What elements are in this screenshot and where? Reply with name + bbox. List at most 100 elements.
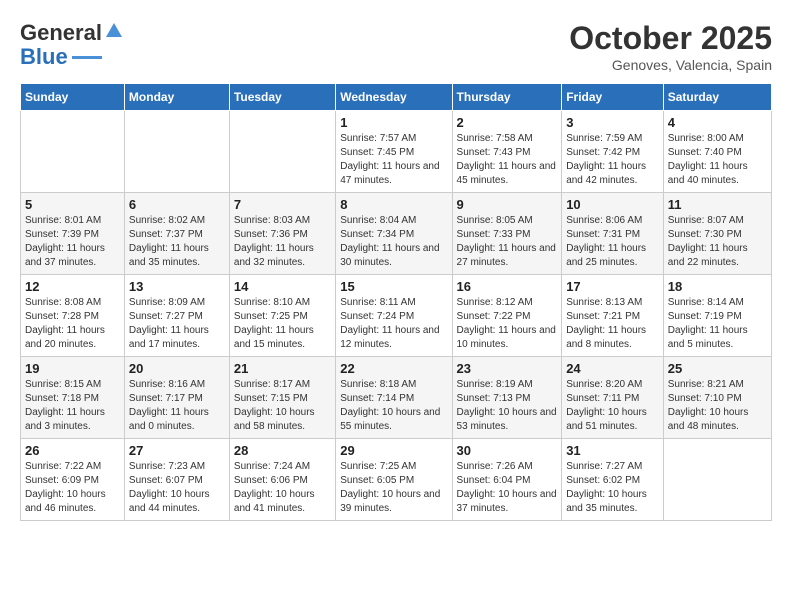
day-number: 11 (668, 197, 767, 212)
logo-general: General (20, 20, 102, 46)
day-number: 8 (340, 197, 447, 212)
calendar-cell: 11Sunrise: 8:07 AM Sunset: 7:30 PM Dayli… (663, 193, 771, 275)
day-info: Sunrise: 8:17 AM Sunset: 7:15 PM Dayligh… (234, 378, 331, 434)
day-number: 17 (566, 279, 659, 294)
calendar-cell: 14Sunrise: 8:10 AM Sunset: 7:25 PM Dayli… (229, 275, 335, 357)
day-info: Sunrise: 7:24 AM Sunset: 6:06 PM Dayligh… (234, 460, 331, 516)
calendar-week-0: 1 Sunrise: 7:57 AM Sunset: 7:45 PM Daylig… (21, 111, 772, 193)
day-info: Sunrise: 8:05 AM Sunset: 7:33 PM Dayligh… (457, 214, 558, 270)
calendar-cell: 30 Sunrise: 7:26 AM Sunset: 6:04 PM Dayli… (452, 439, 562, 521)
col-saturday: Saturday (663, 84, 771, 111)
day-info: Sunrise: 8:02 AM Sunset: 7:37 PM Dayligh… (129, 214, 225, 270)
day-number: 7 (234, 197, 331, 212)
day-info: Sunrise: 8:18 AM Sunset: 7:14 PM Dayligh… (340, 378, 447, 434)
day-number: 2 (457, 115, 558, 130)
logo: General Blue (20, 20, 124, 70)
calendar-week-3: 19 Sunrise: 8:15 AM Sunset: 7:18 PM Dayli… (21, 357, 772, 439)
day-number: 22 (340, 361, 447, 376)
col-monday: Monday (124, 84, 229, 111)
calendar-cell: 31Sunrise: 7:27 AM Sunset: 6:02 PM Dayli… (562, 439, 664, 521)
calendar-cell (21, 111, 125, 193)
calendar-cell: 5 Sunrise: 8:01 AM Sunset: 7:39 PM Daylig… (21, 193, 125, 275)
day-info: Sunrise: 7:23 AM Sunset: 6:07 PM Dayligh… (129, 460, 225, 516)
calendar-cell: 3 Sunrise: 7:59 AM Sunset: 7:42 PM Daylig… (562, 111, 664, 193)
calendar-week-4: 26 Sunrise: 7:22 AM Sunset: 6:09 PM Dayli… (21, 439, 772, 521)
calendar-cell: 23 Sunrise: 8:19 AM Sunset: 7:13 PM Dayli… (452, 357, 562, 439)
day-info: Sunrise: 7:59 AM Sunset: 7:42 PM Dayligh… (566, 132, 659, 188)
calendar-cell: 2 Sunrise: 7:58 AM Sunset: 7:43 PM Daylig… (452, 111, 562, 193)
day-info: Sunrise: 8:10 AM Sunset: 7:25 PM Dayligh… (234, 296, 331, 352)
calendar-title: October 2025 (569, 20, 772, 57)
day-number: 25 (668, 361, 767, 376)
day-info: Sunrise: 8:13 AM Sunset: 7:21 PM Dayligh… (566, 296, 659, 352)
day-number: 26 (25, 443, 120, 458)
title-area: October 2025 Genoves, Valencia, Spain (569, 20, 772, 73)
day-info: Sunrise: 8:00 AM Sunset: 7:40 PM Dayligh… (668, 132, 767, 188)
day-info: Sunrise: 8:12 AM Sunset: 7:22 PM Dayligh… (457, 296, 558, 352)
day-info: Sunrise: 8:06 AM Sunset: 7:31 PM Dayligh… (566, 214, 659, 270)
day-info: Sunrise: 7:22 AM Sunset: 6:09 PM Dayligh… (25, 460, 120, 516)
day-info: Sunrise: 8:01 AM Sunset: 7:39 PM Dayligh… (25, 214, 120, 270)
day-number: 15 (340, 279, 447, 294)
calendar-cell: 8 Sunrise: 8:04 AM Sunset: 7:34 PM Daylig… (336, 193, 452, 275)
day-number: 6 (129, 197, 225, 212)
day-number: 19 (25, 361, 120, 376)
col-friday: Friday (562, 84, 664, 111)
calendar-cell: 1 Sunrise: 7:57 AM Sunset: 7:45 PM Daylig… (336, 111, 452, 193)
calendar-cell: 7 Sunrise: 8:03 AM Sunset: 7:36 PM Daylig… (229, 193, 335, 275)
day-number: 1 (340, 115, 447, 130)
calendar-cell: 26 Sunrise: 7:22 AM Sunset: 6:09 PM Dayli… (21, 439, 125, 521)
logo-arrow-icon (104, 21, 124, 41)
calendar-cell (229, 111, 335, 193)
day-info: Sunrise: 7:26 AM Sunset: 6:04 PM Dayligh… (457, 460, 558, 516)
day-number: 3 (566, 115, 659, 130)
day-info: Sunrise: 8:03 AM Sunset: 7:36 PM Dayligh… (234, 214, 331, 270)
day-info: Sunrise: 7:57 AM Sunset: 7:45 PM Dayligh… (340, 132, 447, 188)
day-number: 18 (668, 279, 767, 294)
calendar-week-2: 12 Sunrise: 8:08 AM Sunset: 7:28 PM Dayli… (21, 275, 772, 357)
day-info: Sunrise: 8:21 AM Sunset: 7:10 PM Dayligh… (668, 378, 767, 434)
calendar-cell (663, 439, 771, 521)
calendar-cell: 9 Sunrise: 8:05 AM Sunset: 7:33 PM Daylig… (452, 193, 562, 275)
calendar-cell: 24 Sunrise: 8:20 AM Sunset: 7:11 PM Dayli… (562, 357, 664, 439)
day-info: Sunrise: 8:15 AM Sunset: 7:18 PM Dayligh… (25, 378, 120, 434)
day-number: 12 (25, 279, 120, 294)
header-row: Sunday Monday Tuesday Wednesday Thursday… (21, 84, 772, 111)
day-number: 23 (457, 361, 558, 376)
calendar-cell (124, 111, 229, 193)
day-number: 4 (668, 115, 767, 130)
calendar-cell: 20Sunrise: 8:16 AM Sunset: 7:17 PM Dayli… (124, 357, 229, 439)
day-info: Sunrise: 7:58 AM Sunset: 7:43 PM Dayligh… (457, 132, 558, 188)
col-sunday: Sunday (21, 84, 125, 111)
day-info: Sunrise: 8:04 AM Sunset: 7:34 PM Dayligh… (340, 214, 447, 270)
day-number: 30 (457, 443, 558, 458)
calendar-cell: 6 Sunrise: 8:02 AM Sunset: 7:37 PM Daylig… (124, 193, 229, 275)
calendar-cell: 13Sunrise: 8:09 AM Sunset: 7:27 PM Dayli… (124, 275, 229, 357)
calendar-cell: 16 Sunrise: 8:12 AM Sunset: 7:22 PM Dayli… (452, 275, 562, 357)
calendar-cell: 4 Sunrise: 8:00 AM Sunset: 7:40 PM Daylig… (663, 111, 771, 193)
day-info: Sunrise: 8:16 AM Sunset: 7:17 PM Dayligh… (129, 378, 225, 434)
day-number: 29 (340, 443, 447, 458)
day-number: 28 (234, 443, 331, 458)
day-number: 9 (457, 197, 558, 212)
day-number: 10 (566, 197, 659, 212)
day-info: Sunrise: 8:20 AM Sunset: 7:11 PM Dayligh… (566, 378, 659, 434)
calendar-week-1: 5 Sunrise: 8:01 AM Sunset: 7:39 PM Daylig… (21, 193, 772, 275)
col-thursday: Thursday (452, 84, 562, 111)
day-number: 27 (129, 443, 225, 458)
day-info: Sunrise: 7:25 AM Sunset: 6:05 PM Dayligh… (340, 460, 447, 516)
day-number: 21 (234, 361, 331, 376)
calendar-table: Sunday Monday Tuesday Wednesday Thursday… (20, 83, 772, 521)
logo-blue: Blue (20, 44, 68, 70)
day-number: 16 (457, 279, 558, 294)
day-number: 5 (25, 197, 120, 212)
day-number: 24 (566, 361, 659, 376)
calendar-cell: 21 Sunrise: 8:17 AM Sunset: 7:15 PM Dayli… (229, 357, 335, 439)
day-number: 13 (129, 279, 225, 294)
calendar-cell: 29 Sunrise: 7:25 AM Sunset: 6:05 PM Dayli… (336, 439, 452, 521)
col-tuesday: Tuesday (229, 84, 335, 111)
calendar-cell: 15Sunrise: 8:11 AM Sunset: 7:24 PM Dayli… (336, 275, 452, 357)
day-info: Sunrise: 8:08 AM Sunset: 7:28 PM Dayligh… (25, 296, 120, 352)
calendar-cell: 28 Sunrise: 7:24 AM Sunset: 6:06 PM Dayli… (229, 439, 335, 521)
day-info: Sunrise: 8:19 AM Sunset: 7:13 PM Dayligh… (457, 378, 558, 434)
